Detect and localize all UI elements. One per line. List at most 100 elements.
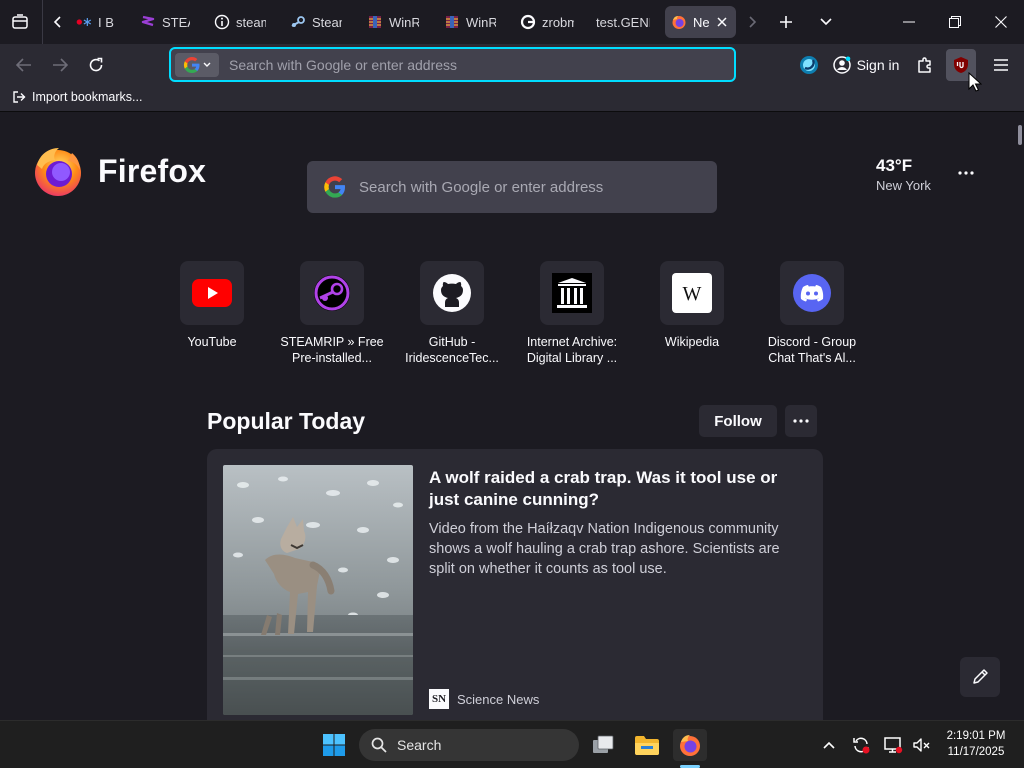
import-bookmarks-label: Import bookmarks... — [32, 90, 143, 104]
chevron-down-icon — [819, 17, 833, 27]
minimize-button[interactable] — [886, 0, 932, 44]
top-site-name: STEAMRIP » Free Pre-installed... — [280, 335, 384, 365]
back-button[interactable] — [9, 50, 39, 80]
show-hidden-icons-button[interactable] — [817, 733, 841, 757]
winrar-icon — [367, 14, 383, 30]
reload-icon — [88, 57, 104, 73]
import-icon — [12, 90, 26, 104]
tab-label: WinRA — [466, 14, 496, 30]
navigation-toolbar: Sign in — [0, 44, 1024, 86]
firefox-view-icon — [11, 13, 29, 31]
close-tab-icon[interactable] — [715, 14, 730, 30]
app-menu-button[interactable] — [986, 49, 1016, 81]
weather-options-button[interactable] — [952, 161, 980, 185]
file-explorer-button[interactable] — [630, 729, 664, 761]
bookmarks-toolbar: Import bookmarks... — [0, 86, 1024, 112]
mouse-cursor-icon — [968, 72, 982, 92]
tab-4[interactable]: Steam — [284, 6, 348, 38]
tab-strip: I B STEAM steam Steam WinRA WinRA zrobm … — [0, 0, 1024, 44]
volume-tray-button[interactable] — [909, 733, 933, 757]
firefox-taskbar-button[interactable] — [673, 729, 707, 761]
popular-options-button[interactable] — [785, 405, 817, 437]
restore-icon — [949, 16, 961, 28]
story-source-name: Science News — [457, 691, 540, 707]
chevron-down-icon — [203, 62, 211, 68]
tab-5[interactable]: WinRA — [361, 6, 425, 38]
speaker-muted-icon — [911, 735, 931, 755]
sign-in-button[interactable]: Sign in — [829, 49, 903, 81]
windows-logo-icon — [322, 733, 346, 757]
customize-button[interactable] — [960, 657, 1000, 697]
top-site-name: GitHub - IridescenceTec... — [405, 335, 499, 365]
search-icon — [371, 737, 387, 753]
reload-button[interactable] — [81, 50, 111, 80]
close-icon — [995, 16, 1007, 28]
import-bookmarks-button[interactable]: Import bookmarks... — [12, 90, 142, 104]
follow-button[interactable]: Follow — [699, 405, 777, 437]
top-site-tile — [540, 261, 604, 325]
top-site-name: Wikipedia — [664, 335, 720, 349]
account-sync-button[interactable] — [794, 49, 824, 81]
start-button[interactable] — [317, 729, 351, 761]
list-all-tabs-button[interactable] — [812, 8, 840, 36]
forward-button[interactable] — [45, 50, 75, 80]
top-site-wikipedia[interactable]: W Wikipedia — [632, 261, 752, 350]
arrow-right-icon — [52, 58, 68, 72]
chevron-left-icon — [53, 15, 63, 29]
top-site-name: Discord - Group Chat That's Al... — [767, 335, 857, 365]
sync-tray-button[interactable] — [849, 733, 873, 757]
firefox-view-button[interactable] — [6, 8, 34, 36]
tab-8[interactable]: test.GENE — [590, 6, 656, 38]
firefox-logo-icon — [32, 145, 84, 197]
tab-1[interactable]: I B — [70, 6, 126, 38]
new-tab-button[interactable] — [772, 8, 800, 36]
close-window-button[interactable] — [978, 0, 1024, 44]
tab-scroll-left-button[interactable] — [46, 8, 70, 36]
top-site-tile — [420, 261, 484, 325]
task-view-icon — [591, 734, 615, 756]
url-input[interactable] — [219, 49, 734, 80]
tab-2[interactable]: STEAM — [134, 6, 196, 38]
plus-icon — [779, 15, 793, 29]
youtube-icon — [192, 279, 232, 307]
network-tray-button[interactable] — [881, 733, 905, 757]
extensions-button[interactable] — [910, 49, 940, 81]
address-bar — [169, 47, 736, 82]
top-site-steamrip[interactable]: STEAMRIP » Free Pre-installed... — [272, 261, 392, 366]
tab-6[interactable]: WinRA — [438, 6, 502, 38]
search-engine-selector[interactable] — [175, 52, 219, 77]
taskbar-search[interactable]: Search — [359, 729, 579, 761]
newtab-search-input[interactable] — [347, 161, 717, 213]
steamrip-icon — [313, 274, 351, 312]
top-site-youtube[interactable]: YouTube — [152, 261, 272, 350]
tab-label: STEAM — [162, 14, 190, 30]
winrar-icon — [444, 14, 460, 30]
tab-3[interactable]: steam — [208, 6, 272, 38]
story-card[interactable]: A wolf raided a crab trap. Was it tool u… — [207, 449, 823, 720]
task-view-button[interactable] — [586, 729, 620, 761]
tab-active-new-tab[interactable]: Ne — [665, 6, 736, 38]
weather-widget[interactable]: 43°F New York — [876, 156, 931, 193]
google-icon — [183, 56, 201, 74]
top-site-github[interactable]: GitHub - IridescenceTec... — [392, 261, 512, 366]
sign-in-label: Sign in — [856, 57, 900, 73]
tab-scroll-right-button[interactable] — [740, 8, 764, 36]
info-icon — [214, 14, 230, 30]
story-title[interactable]: A wolf raided a crab trap. Was it tool u… — [429, 467, 809, 511]
monitor-network-icon — [883, 735, 903, 755]
top-site-discord[interactable]: Discord - Group Chat That's Al... — [752, 261, 872, 366]
restore-button[interactable] — [932, 0, 978, 44]
top-site-name: Internet Archive: Digital Library ... — [526, 335, 618, 365]
tab-7[interactable]: zrobm — [514, 6, 580, 38]
taskbar-clock[interactable]: 2:19:01 PM 11/17/2025 — [940, 728, 1012, 760]
top-site-internet-archive[interactable]: Internet Archive: Digital Library ... — [512, 261, 632, 366]
page-scrollbar[interactable] — [1018, 125, 1022, 145]
hamburger-menu-icon — [993, 58, 1009, 72]
svg-text:W: W — [683, 283, 702, 305]
popular-today-heading: Popular Today — [207, 408, 366, 434]
science-news-logo-icon: SN — [429, 689, 449, 709]
story-thumbnail — [223, 465, 413, 715]
story-source: SN Science News — [429, 689, 539, 709]
tab-label: zrobm — [542, 14, 574, 30]
tab-label: I B — [98, 14, 114, 30]
